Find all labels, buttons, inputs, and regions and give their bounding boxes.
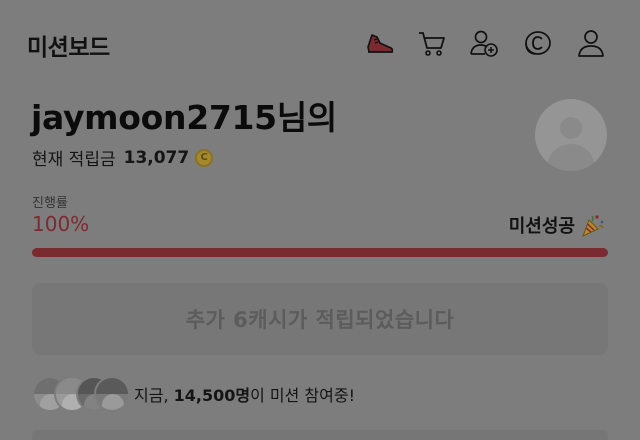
balance-row: 현재 적립금 13,077 C (32, 145, 214, 170)
progress-label: 진행률 (32, 196, 68, 211)
reward-status-button[interactable]: 추가 6캐시가 적립되었습니다 (32, 283, 608, 355)
sneaker-icon[interactable] (363, 26, 397, 60)
username-suffix: 님의 (276, 98, 337, 137)
progress-percent: 100% (32, 212, 90, 236)
avatar-head-shape (560, 117, 582, 139)
participants-prefix: 지금, (134, 386, 174, 405)
add-friend-icon[interactable] (467, 26, 501, 60)
username: jaymoon2715 (31, 98, 277, 137)
participant-avatars (32, 376, 130, 412)
cash-coin-icon[interactable] (520, 26, 554, 60)
progress-bar (32, 248, 608, 257)
header: 미션보드 (0, 0, 640, 84)
user-greeting: jaymoon2715님의 (31, 96, 337, 140)
profile-icon[interactable] (574, 26, 608, 60)
coin-icon: C (195, 148, 214, 167)
participants-suffix: 이 미션 참여중! (250, 386, 355, 405)
avatar[interactable] (535, 99, 607, 171)
page-title: 미션보드 (27, 35, 110, 61)
mission-board-page: 미션보드 jaymoon2715님의 현재 적립금 13,077 C 진행률 1… (0, 0, 640, 440)
avatar-body-shape (547, 144, 595, 171)
participants-count: 14,500명 (173, 386, 251, 405)
balance-label: 현재 적립금 (32, 150, 116, 170)
next-card-edge (32, 430, 608, 440)
mission-status-text: 미션성공 (508, 216, 575, 237)
party-popper-icon (580, 212, 606, 238)
participants-text: 지금, 14,500명이 미션 참여중! (134, 382, 355, 406)
balance-value: 13,077 (123, 147, 190, 168)
participant-avatar (94, 376, 130, 412)
mission-status: 미션성공 (509, 212, 606, 238)
participants-row: 지금, 14,500명이 미션 참여중! (32, 376, 355, 412)
cart-icon[interactable] (415, 26, 449, 60)
progress-bar-fill (32, 248, 608, 257)
